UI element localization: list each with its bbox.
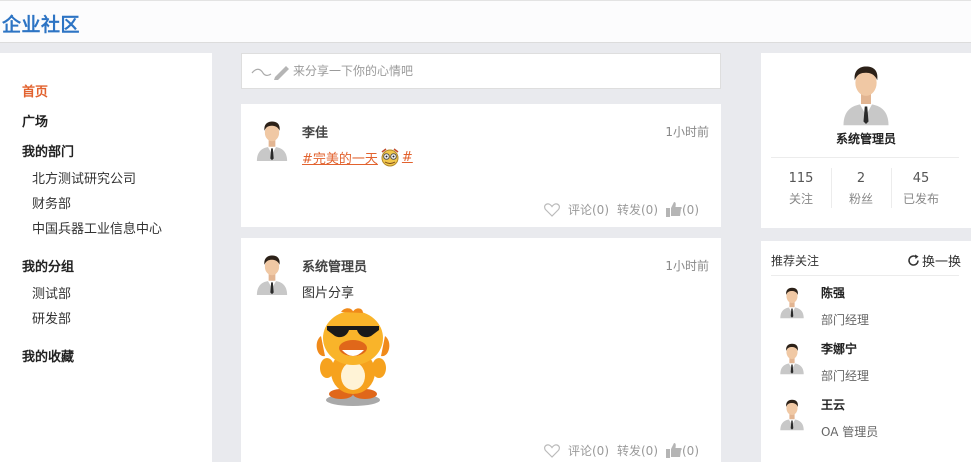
post-actions: 评论(0) 转发(0) (0): [544, 442, 699, 459]
post-actions: 评论(0) 转发(0) (0): [544, 201, 699, 218]
stat-label: 关注: [788, 192, 813, 206]
avatar[interactable]: [255, 253, 289, 295]
feed-post: 系统管理员 1小时前 图片分享 评论(0) 转发(0) (0): [241, 238, 721, 462]
comment-button[interactable]: 评论(0): [568, 442, 609, 459]
forward-button[interactable]: 转发(0): [617, 442, 658, 459]
recommend-user-name[interactable]: 王云: [821, 396, 845, 413]
forward-button[interactable]: 转发(0): [617, 201, 658, 218]
nav-group-item[interactable]: 测试部: [32, 283, 71, 302]
recommend-title: 推荐关注: [771, 254, 820, 268]
recommend-user-role: 部门经理: [821, 313, 870, 327]
nav-favorites[interactable]: 我的收藏: [22, 346, 74, 365]
thumbs-up-icon[interactable]: [666, 443, 682, 458]
like-count[interactable]: (0): [682, 444, 699, 458]
recommend-card: 推荐关注 换一换 陈强 部门经理 李娜宁 部门经理 王云 OA 管理员: [761, 241, 971, 462]
status-input[interactable]: [293, 54, 693, 88]
nav-department-item[interactable]: 中国兵器工业信息中心: [32, 218, 162, 237]
recommend-user-name[interactable]: 李娜宁: [821, 340, 857, 357]
top-bar: 企业社区: [0, 0, 971, 43]
post-time: 1小时前: [665, 259, 709, 273]
nav-square[interactable]: 广场: [22, 111, 48, 130]
stat-following[interactable]: 115 关注: [771, 171, 831, 207]
divider: [771, 157, 959, 158]
post-author[interactable]: 系统管理员: [302, 256, 367, 275]
stat-label: 粉丝: [848, 192, 873, 206]
avatar[interactable]: [779, 341, 805, 375]
avatar[interactable]: [779, 397, 805, 431]
nav-my-departments[interactable]: 我的部门: [22, 141, 74, 160]
thumbs-up-icon[interactable]: [666, 202, 682, 217]
pen-icon: [251, 66, 289, 80]
left-sidebar: 首页 广场 我的部门 北方测试研究公司 财务部 中国兵器工业信息中心 我的分组 …: [0, 53, 212, 462]
app-title[interactable]: 企业社区: [2, 10, 80, 37]
avatar[interactable]: [255, 119, 289, 161]
refresh-button[interactable]: 换一换: [907, 251, 961, 270]
nav-home[interactable]: 首页: [22, 81, 48, 100]
topic-link[interactable]: #完美的一天: [302, 148, 378, 167]
divider: [771, 275, 959, 276]
recommend-user-name[interactable]: 陈强: [821, 284, 845, 301]
post-text: 图片分享: [302, 286, 355, 301]
stat-value: 45: [912, 171, 930, 186]
refresh-icon: [908, 254, 919, 266]
recommend-user-role: OA 管理员: [821, 425, 879, 439]
profile-name[interactable]: 系统管理员: [761, 130, 971, 147]
status-composer: [241, 53, 721, 89]
post-author[interactable]: 李佳: [302, 122, 328, 141]
recommend-user-role: 部门经理: [821, 369, 870, 383]
stat-value: 2: [856, 171, 866, 186]
nav-department-item[interactable]: 财务部: [32, 193, 71, 212]
nav-department-item[interactable]: 北方测试研究公司: [32, 168, 136, 187]
heart-icon[interactable]: [544, 202, 560, 217]
refresh-label: 换一换: [921, 255, 961, 270]
feed-post: 李佳 1小时前 #完美的一天 # 评论(0) 转发(0) (0): [241, 104, 721, 227]
topic-link-end[interactable]: #: [402, 150, 413, 165]
avatar[interactable]: [841, 62, 891, 126]
post-time: 1小时前: [665, 125, 709, 139]
emoji-icon: [381, 148, 399, 167]
profile-card: 系统管理员 115 关注 2 粉丝 45 已发布: [761, 53, 971, 228]
post-content: #完美的一天 #: [302, 147, 413, 167]
cartoon-sticker-image[interactable]: [313, 306, 393, 408]
comment-button[interactable]: 评论(0): [568, 201, 609, 218]
stat-followers[interactable]: 2 粉丝: [831, 171, 891, 207]
avatar[interactable]: [779, 285, 805, 319]
stat-value: 115: [788, 171, 814, 186]
stat-label: 已发布: [902, 192, 939, 206]
like-count[interactable]: (0): [682, 203, 699, 217]
stat-published[interactable]: 45 已发布: [891, 171, 951, 207]
nav-my-groups[interactable]: 我的分组: [22, 256, 74, 275]
nav-group-item[interactable]: 研发部: [32, 308, 71, 327]
heart-icon[interactable]: [544, 443, 560, 458]
